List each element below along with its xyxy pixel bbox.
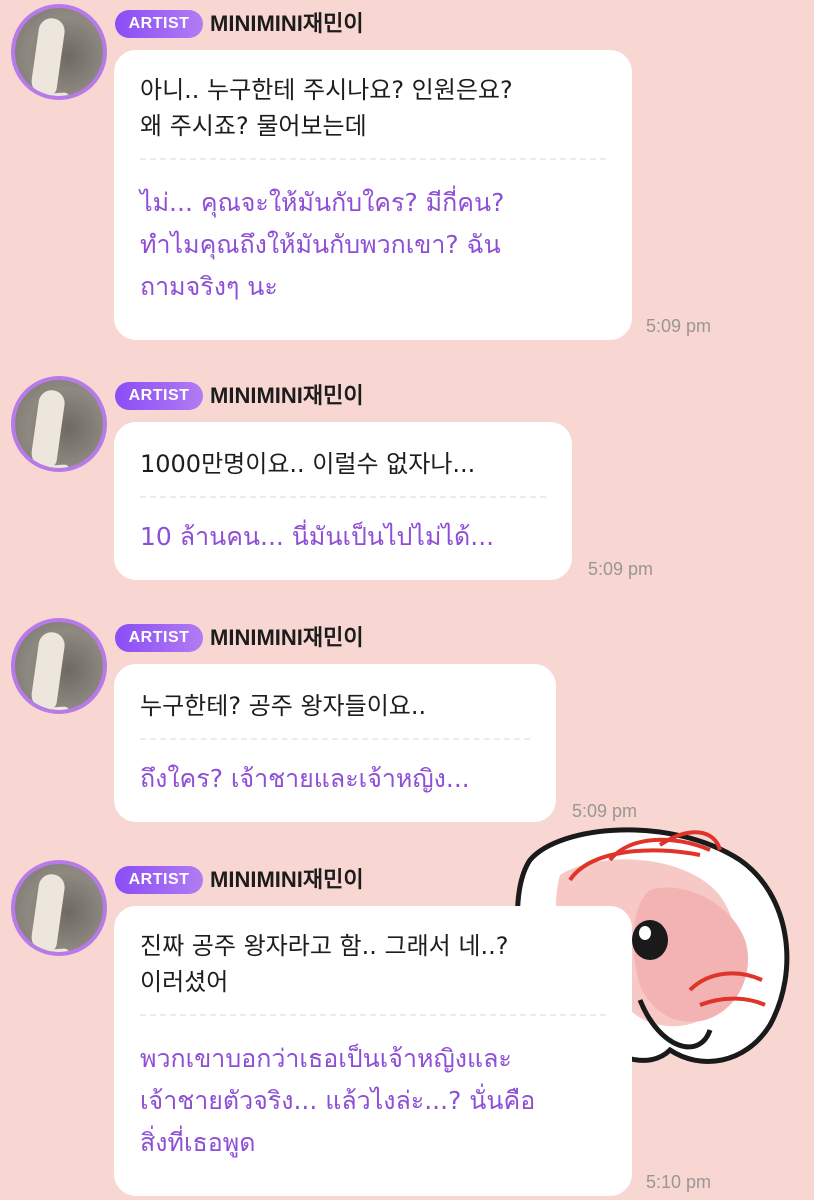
avatar[interactable] [11,860,107,956]
translation-line: ไม่... คุณจะให้มันกับใคร? มีกี่คน? [140,188,505,217]
message-bubble[interactable]: 아니.. 누구한테 주시나요? 인원은요? 왜 주시죠? 물어보는데 ไม่..… [114,50,632,340]
message-bubble[interactable]: 1000만명이요.. 이럴수 없자나... 10 ล้านคน... นี่มั… [114,422,572,580]
translation-text: พวกเขาบอกว่าเธอเป็นเจ้าหญิงและ เจ้าชายตั… [140,1016,606,1164]
original-line: 아니.. 누구한테 주시나요? 인원은요? [140,76,513,104]
original-line: 이러셨어 [140,968,229,996]
translation-text: 10 ล้านคน... นี่มันเป็นไปไม่ได้... [140,498,546,558]
translation-line: ถามจริงๆ นะ [140,272,278,301]
translation-line: สิ่งที่เธอพูด [140,1128,256,1157]
translation-line: ถึงใคร? เจ้าชายและเจ้าหญิง... [140,764,470,793]
artist-badge: ARTIST [115,10,203,38]
timestamp: 5:09 pm [646,316,712,336]
timestamp: 5:09 pm [588,559,654,579]
original-text: 누구한테? 공주 왕자들이요.. [140,664,530,738]
timestamp: 5:10 pm [646,1172,712,1192]
translation-line: ทำไมคุณถึงให้มันกับพวกเขา? ฉัน [140,230,501,259]
avatar[interactable] [11,376,107,472]
artist-badge: ARTIST [115,382,203,410]
original-line: 진짜 공주 왕자라고 함.. 그래서 네..? [140,932,509,960]
original-text: 진짜 공주 왕자라고 함.. 그래서 네..? 이러셨어 [140,906,606,1014]
translation-line: 10 ล้านคน... นี่มันเป็นไปไม่ได้... [140,522,495,551]
artist-badge: ARTIST [115,866,203,894]
timestamp: 5:09 pm [572,801,638,821]
avatar[interactable] [11,4,107,100]
message-bubble[interactable]: 누구한테? 공주 왕자들이요.. ถึงใคร? เจ้าชายและเจ้าห… [114,664,556,822]
original-text: 아니.. 누구한테 주시나요? 인원은요? 왜 주시죠? 물어보는데 [140,50,606,158]
sender-name: MINIMINI재민이 [210,625,364,650]
original-line: 누구한테? 공주 왕자들이요.. [140,692,427,720]
original-text: 1000만명이요.. 이럴수 없자나... [140,422,546,496]
artist-badge: ARTIST [115,624,203,652]
avatar[interactable] [11,618,107,714]
original-line: 1000만명이요.. 이럴수 없자나... [140,450,476,478]
sender-name: MINIMINI재민이 [210,867,364,892]
translation-line: เจ้าชายตัวจริง... แล้วไงล่ะ...? นั่นคือ [140,1086,536,1115]
translation-text: ถึงใคร? เจ้าชายและเจ้าหญิง... [140,740,530,800]
translation-text: ไม่... คุณจะให้มันกับใคร? มีกี่คน? ทำไมค… [140,160,606,308]
sender-name: MINIMINI재민이 [210,11,364,36]
original-line: 왜 주시죠? 물어보는데 [140,112,367,140]
message-bubble[interactable]: 진짜 공주 왕자라고 함.. 그래서 네..? 이러셨어 พวกเขาบอกว่… [114,906,632,1196]
sender-name: MINIMINI재민이 [210,383,364,408]
translation-line: พวกเขาบอกว่าเธอเป็นเจ้าหญิงและ [140,1044,512,1073]
